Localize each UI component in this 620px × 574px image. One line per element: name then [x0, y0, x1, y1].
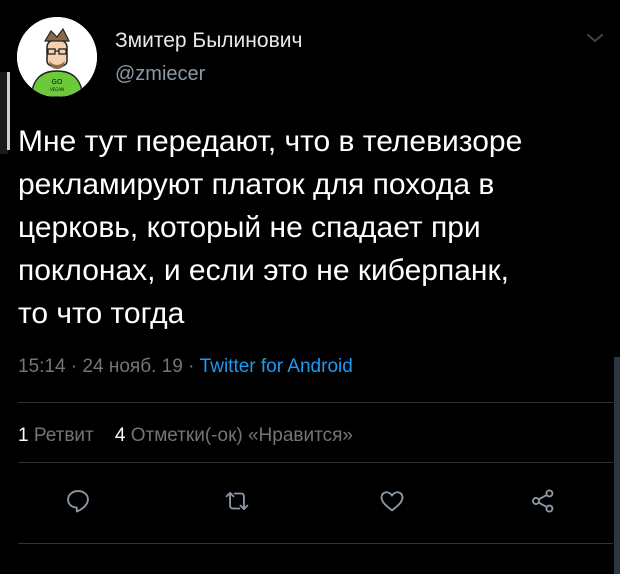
tweet-menu-button[interactable] — [584, 30, 606, 46]
retweet-button[interactable] — [222, 486, 252, 516]
tweet-line: то что тогда — [18, 297, 185, 330]
meta-separator: · — [70, 356, 78, 377]
left-scroll-indicator — [0, 72, 10, 154]
divider — [18, 462, 613, 463]
tweet-line: рекламируют платок для похода в — [18, 168, 495, 201]
retweets-count: 1 — [18, 425, 29, 446]
like-icon — [380, 491, 404, 512]
tweet-stats: 1 Ретвит 4 Отметки(-ок) «Нравится» — [18, 425, 353, 447]
tweet-meta: 15:14 · 24 нояб. 19 · Twitter for Androi… — [18, 356, 353, 378]
user-handle[interactable]: @zmiecer — [115, 63, 205, 86]
tweet-text: Мне тут передают, что в телевизоре рекла… — [18, 120, 603, 335]
share-icon — [532, 489, 554, 513]
share-button[interactable] — [528, 486, 558, 516]
avatar-illustration: GO VEGAN — [17, 17, 97, 97]
avatar[interactable]: GO VEGAN — [17, 17, 97, 97]
tweet-line: Мне тут передают, что в телевизоре — [18, 125, 523, 158]
right-scroll-indicator — [614, 357, 620, 574]
reply-icon — [67, 490, 89, 513]
tweet-line: поклонах, и если это не киберпанк, — [18, 254, 509, 287]
meta-separator: · — [188, 356, 195, 377]
left-scroll-thumb — [7, 72, 10, 150]
retweet-icon — [225, 492, 249, 510]
likes-count: 4 — [114, 425, 126, 446]
likes-stat[interactable]: 4 Отметки(-ок) «Нравится» — [115, 425, 353, 446]
retweets-stat[interactable]: 1 Ретвит — [18, 425, 94, 446]
divider — [18, 402, 613, 403]
retweets-label: Ретвит — [33, 425, 94, 446]
like-button[interactable] — [377, 486, 407, 516]
tweet-line: церковь, который не спадает при — [18, 211, 481, 244]
likes-label: Отметки(-ок) «Нравится» — [130, 425, 353, 446]
avatar-shirt-subtext: VEGAN — [50, 87, 64, 92]
tweet-date: 24 нояб. 19 — [82, 356, 183, 377]
display-name[interactable]: Змитер Былинович — [115, 29, 302, 53]
tweet-time: 15:14 — [18, 356, 66, 377]
tweet-source-link[interactable]: Twitter for Android — [200, 356, 353, 377]
chevron-down-icon — [587, 34, 603, 42]
divider — [18, 543, 613, 544]
reply-button[interactable] — [63, 486, 93, 516]
avatar-shirt-text: GO — [52, 78, 63, 86]
